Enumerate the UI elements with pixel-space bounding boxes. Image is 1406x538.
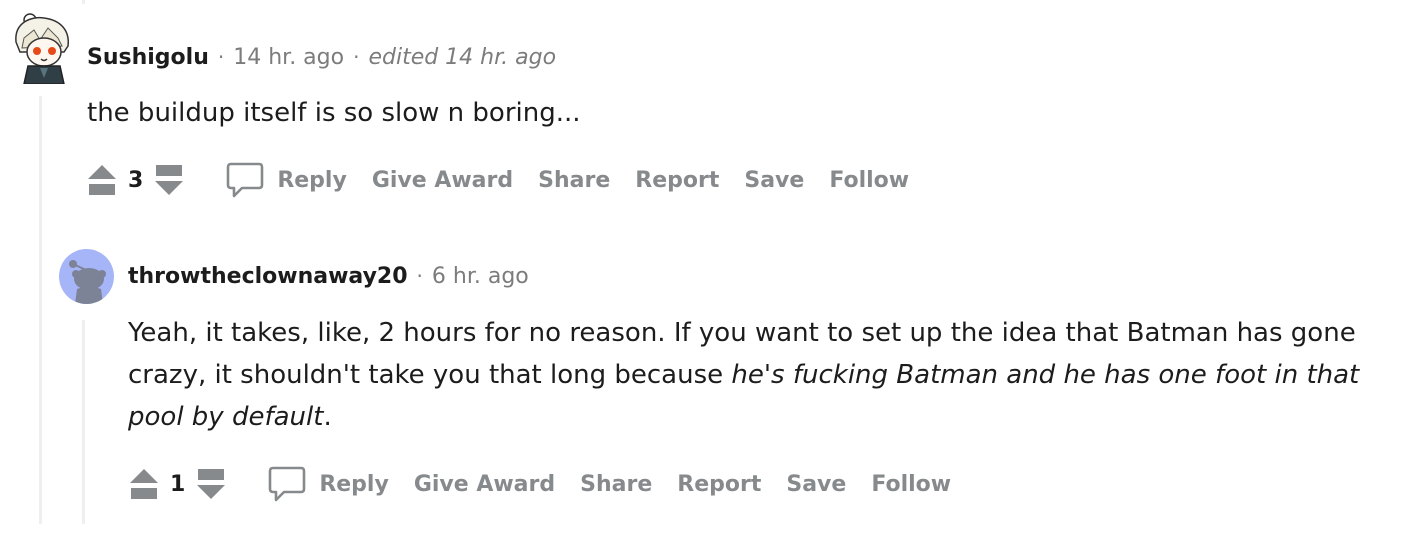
share-button[interactable]: Share <box>538 168 610 193</box>
downvote-icon[interactable] <box>195 467 227 501</box>
timestamp[interactable]: 14 hr. ago <box>233 45 344 70</box>
follow-button[interactable]: Follow <box>871 472 951 497</box>
separator-dot: · <box>353 45 360 69</box>
give-award-button[interactable]: Give Award <box>372 168 513 193</box>
comment-actions: 1 Reply Give Award Share Report Save Fol… <box>128 462 976 506</box>
username[interactable]: throwtheclownaway20 <box>128 264 408 289</box>
share-button[interactable]: Share <box>580 472 652 497</box>
vote-controls: 1 <box>128 467 227 501</box>
reply-label: Reply <box>319 471 389 497</box>
follow-button[interactable]: Follow <box>829 168 909 193</box>
report-button[interactable]: Report <box>677 472 761 497</box>
user-avatar[interactable] <box>59 249 114 304</box>
vote-score: 1 <box>170 471 186 497</box>
comment-meta: Sushigolu · 14 hr. ago · edited 14 hr. a… <box>87 45 556 70</box>
comment-text-end: . <box>323 402 332 432</box>
comment-bubble-icon <box>269 466 306 502</box>
separator-dot: · <box>416 264 423 288</box>
comment-bubble-icon <box>227 162 264 198</box>
vote-score: 3 <box>128 167 144 193</box>
thread-line-top <box>82 0 85 4</box>
reply-label: Reply <box>277 167 347 193</box>
separator-dot: · <box>217 45 225 69</box>
downvote-icon[interactable] <box>153 163 185 197</box>
anime-avatar-icon <box>15 13 69 84</box>
comment-body: Yeah, it takes, like, 2 hours for no rea… <box>128 312 1378 438</box>
upvote-icon[interactable] <box>128 467 160 501</box>
thread-line[interactable] <box>39 96 42 524</box>
comment-actions: 3 Reply Give Award Share Report Save Fol… <box>86 158 934 202</box>
give-award-button[interactable]: Give Award <box>414 472 555 497</box>
report-button[interactable]: Report <box>635 168 719 193</box>
snoo-avatar-icon <box>69 260 106 304</box>
edited-label: edited 14 hr. ago <box>368 45 557 70</box>
save-button[interactable]: Save <box>786 472 846 497</box>
comment-body: the buildup itself is so slow n boring..… <box>87 98 581 128</box>
vote-controls: 3 <box>86 163 185 197</box>
reply-button[interactable]: Reply <box>225 160 347 200</box>
save-button[interactable]: Save <box>744 168 804 193</box>
upvote-icon[interactable] <box>86 163 118 197</box>
thread-line-nested[interactable] <box>82 320 85 524</box>
user-avatar[interactable] <box>10 12 74 84</box>
timestamp[interactable]: 6 hr. ago <box>432 264 529 289</box>
username[interactable]: Sushigolu <box>87 45 209 70</box>
reply-button[interactable]: Reply <box>267 464 389 504</box>
comment-meta: throwtheclownaway20 · 6 hr. ago <box>128 264 529 289</box>
